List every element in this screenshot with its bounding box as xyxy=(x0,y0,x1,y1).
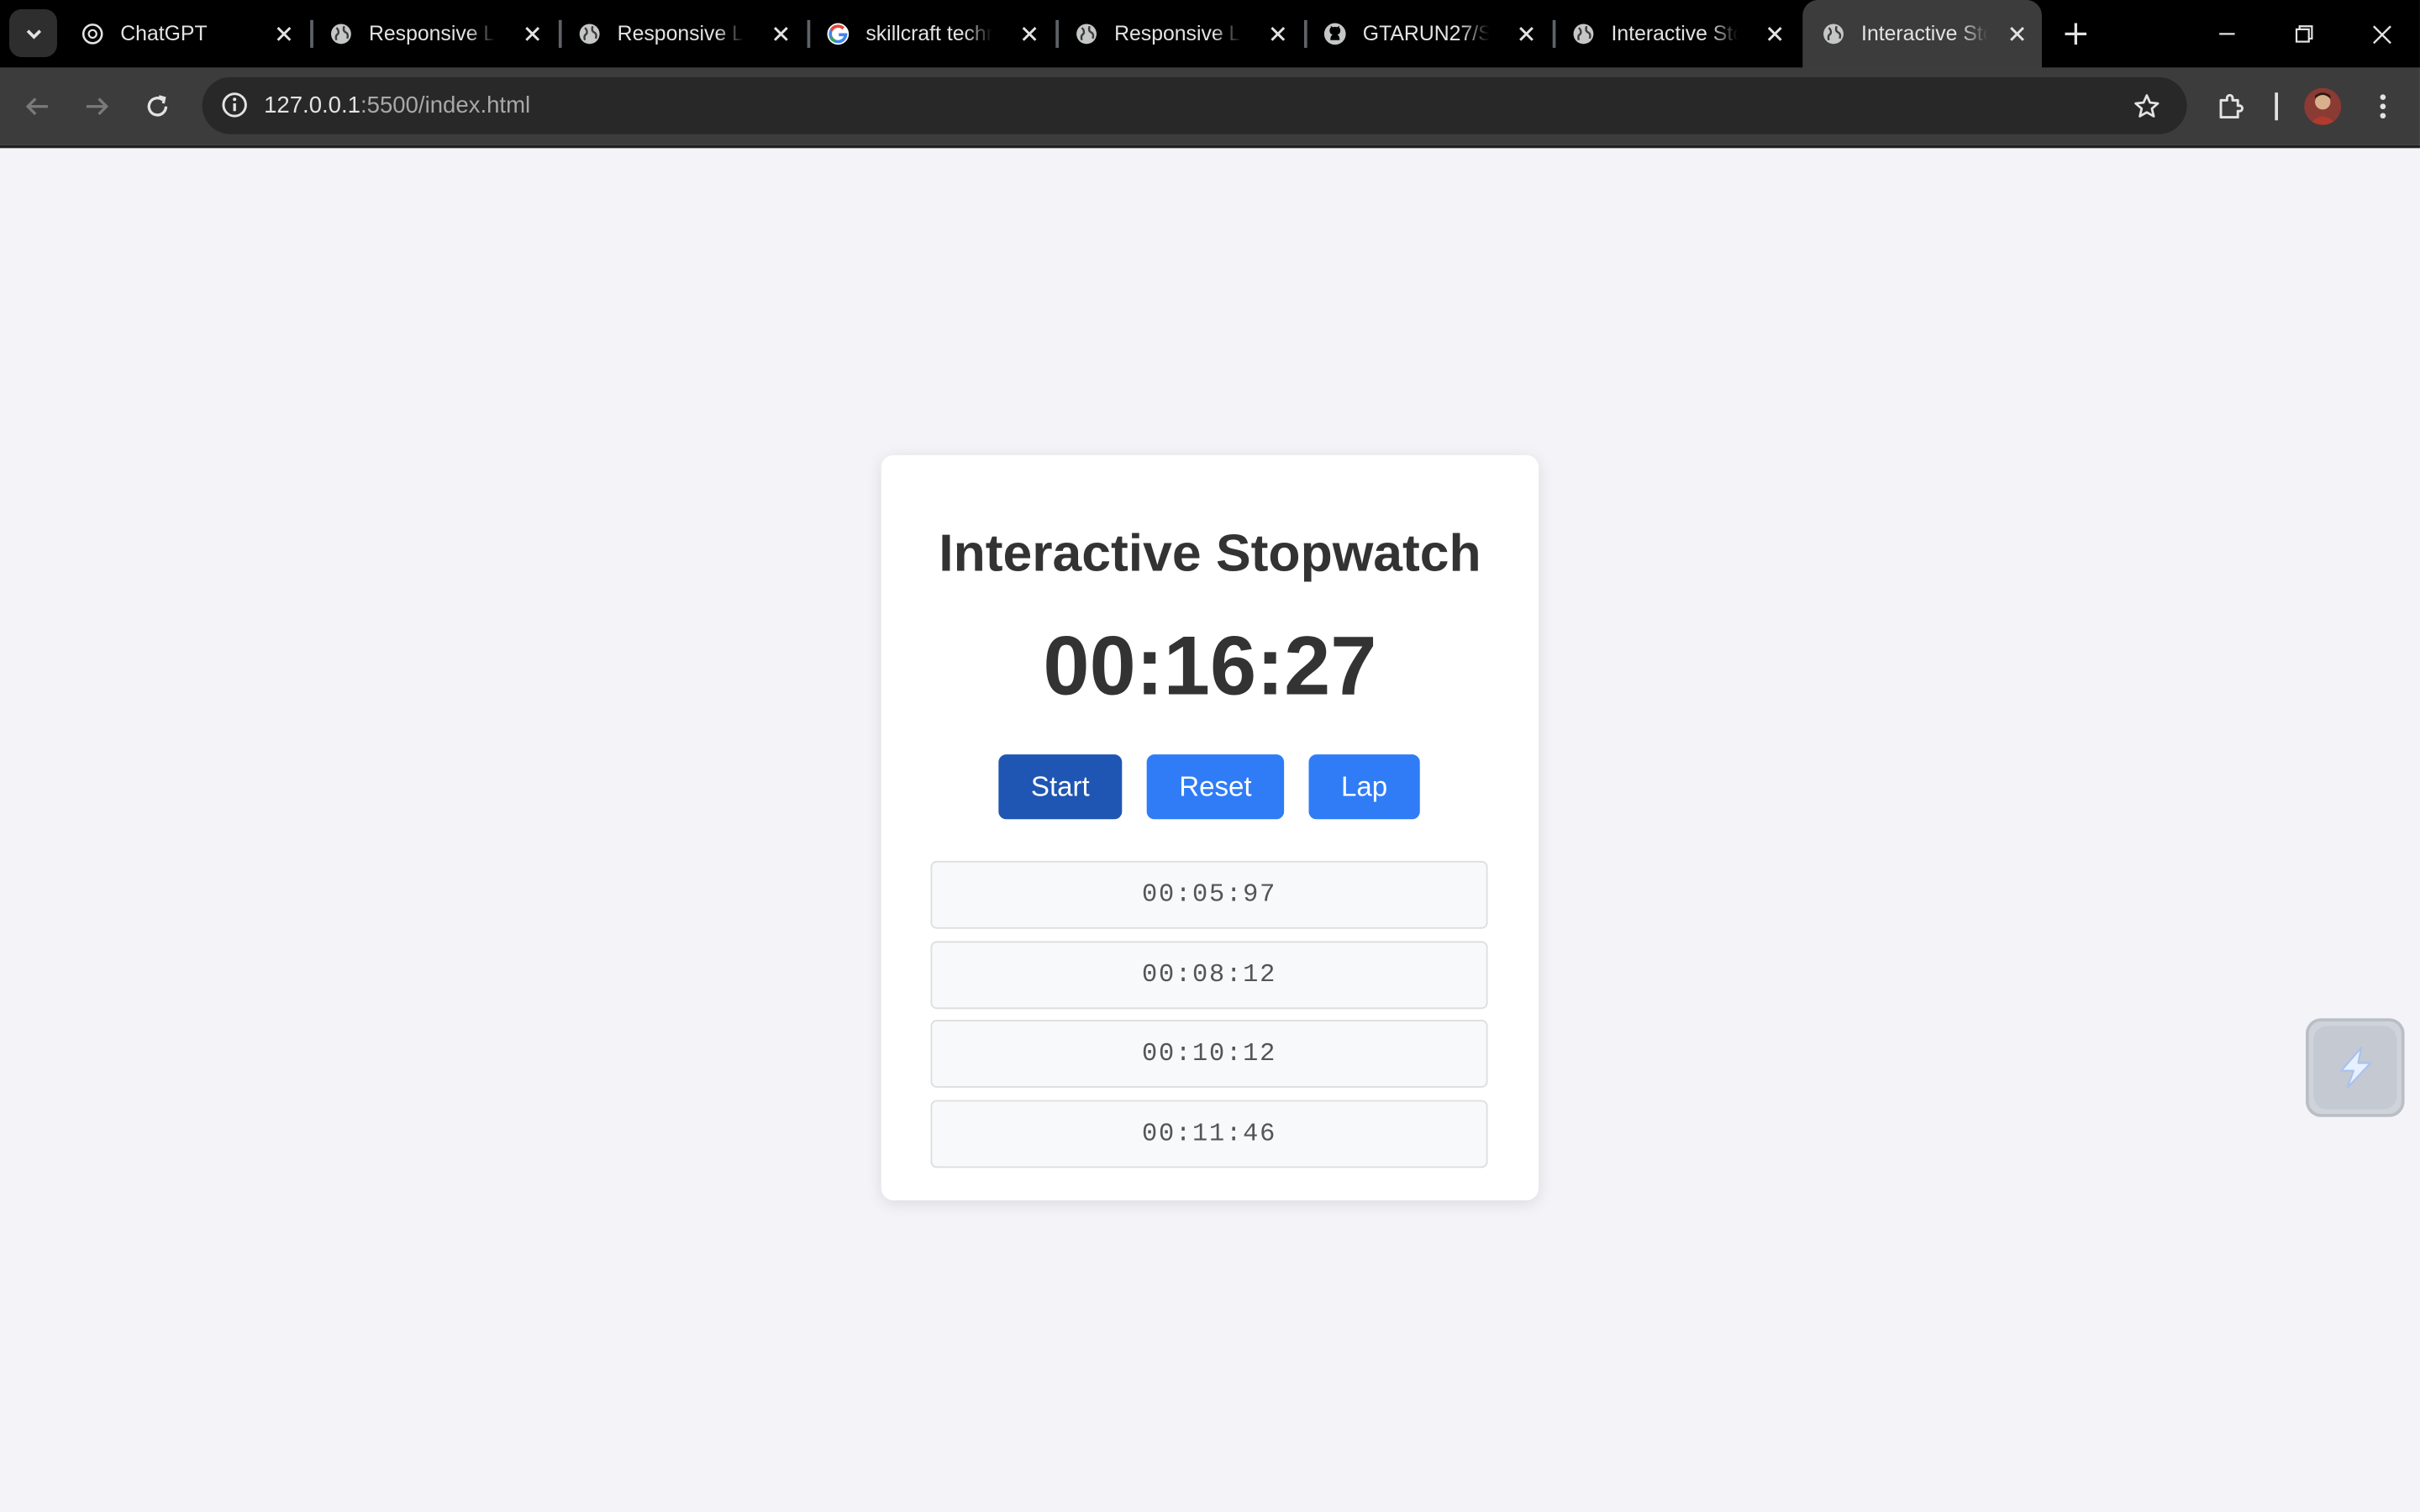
reload-icon xyxy=(147,95,168,117)
close-icon xyxy=(2372,24,2391,44)
close-icon[interactable] xyxy=(1014,18,1045,50)
close-icon[interactable] xyxy=(517,18,548,50)
tab-title: GTARUN27/SCT xyxy=(1362,21,1490,45)
lightning-icon xyxy=(2340,1047,2372,1089)
new-tab-button[interactable] xyxy=(2057,15,2094,52)
time-display: 00:16:27 xyxy=(1043,620,1377,713)
google-icon xyxy=(827,23,850,45)
tab-title: Interactive Stopwatch xyxy=(1861,21,1988,45)
minimize-icon xyxy=(2219,33,2235,35)
reload-button[interactable] xyxy=(137,87,177,127)
tab-interactive-stopwatch-2[interactable]: Interactive Stopwatch xyxy=(1802,0,2042,68)
chevron-down-icon xyxy=(25,29,41,39)
tab-skillcraft-search[interactable]: skillcraft technology xyxy=(808,0,1055,68)
lap-item: 00:11:46 xyxy=(930,1099,1488,1168)
github-icon xyxy=(1323,23,1346,45)
address-bar[interactable]: 127.0.0.1:5500/index.html xyxy=(202,76,2187,134)
tab-interactive-stopwatch-1[interactable]: Interactive Stopwatch xyxy=(1553,0,1800,68)
extensions-button[interactable] xyxy=(2212,87,2252,127)
arrow-left-icon xyxy=(25,97,48,116)
start-button[interactable]: Start xyxy=(998,754,1123,820)
info-icon xyxy=(222,92,247,118)
more-vertical-icon xyxy=(2380,94,2386,119)
star-icon xyxy=(2134,94,2160,118)
tab-title: Interactive Stopwatch xyxy=(1611,21,1739,45)
tab-github-repo[interactable]: GTARUN27/SCT xyxy=(1304,0,1551,68)
tab-responsive-landing-1[interactable]: Responsive Landing xyxy=(310,0,557,68)
globe-icon xyxy=(330,24,351,45)
globe-icon xyxy=(1823,24,1844,45)
url-host: 127.0.0.1 xyxy=(264,92,360,119)
back-button[interactable] xyxy=(17,87,57,127)
tab-title: Responsive Landing xyxy=(368,21,496,45)
browser-menu-button[interactable] xyxy=(2363,87,2403,127)
url-path: :5500/index.html xyxy=(360,92,531,119)
restore-button[interactable] xyxy=(2278,9,2330,59)
page-title: Interactive Stopwatch xyxy=(939,524,1481,584)
arrow-right-icon xyxy=(86,97,109,116)
tab-search-button[interactable] xyxy=(9,9,57,57)
minimize-button[interactable] xyxy=(2201,9,2253,59)
tab-title: skillcraft technology xyxy=(865,21,992,45)
tab-title: Responsive Landing xyxy=(1114,21,1241,45)
close-icon[interactable] xyxy=(765,18,797,50)
lap-item: 00:10:12 xyxy=(930,1020,1488,1088)
forward-button[interactable] xyxy=(77,87,118,127)
floating-extension-button[interactable] xyxy=(2306,1018,2405,1117)
close-icon[interactable] xyxy=(1262,18,1293,50)
tab-strip: ChatGPT Responsive Landing Responsive La… xyxy=(0,0,2420,68)
avatar-icon xyxy=(2304,87,2342,125)
chatgpt-icon xyxy=(82,24,103,45)
lap-item: 00:05:97 xyxy=(930,860,1488,929)
url-text[interactable]: 127.0.0.1:5500/index.html xyxy=(264,92,530,118)
stopwatch-card: Interactive Stopwatch 00:16:27 Start Res… xyxy=(881,454,1539,1200)
lap-list: 00:05:97 00:08:12 00:10:12 00:11:46 xyxy=(930,860,1488,1179)
close-icon[interactable] xyxy=(269,18,300,50)
globe-icon xyxy=(1076,24,1097,45)
restore-icon xyxy=(2295,25,2313,43)
lap-button[interactable]: Lap xyxy=(1308,754,1420,820)
tab-title: ChatGPT xyxy=(120,21,208,45)
browser-toolbar: 127.0.0.1:5500/index.html xyxy=(0,67,2420,145)
lap-item: 00:08:12 xyxy=(930,940,1488,1009)
tab-chatgpt[interactable]: ChatGPT xyxy=(61,0,308,68)
site-info-button[interactable] xyxy=(214,85,255,125)
globe-icon xyxy=(1573,24,1594,45)
close-icon[interactable] xyxy=(1511,18,1542,50)
tab-responsive-landing-2[interactable]: Responsive Landing xyxy=(559,0,806,68)
puzzle-icon xyxy=(2219,93,2244,119)
close-icon[interactable] xyxy=(1760,18,1791,50)
reset-button[interactable]: Reset xyxy=(1146,754,1285,820)
tab-responsive-landing-3[interactable]: Responsive Landing xyxy=(1055,0,1302,68)
toolbar-divider xyxy=(2275,92,2278,121)
close-icon[interactable] xyxy=(2002,18,2033,50)
close-window-button[interactable] xyxy=(2355,9,2407,59)
profile-avatar[interactable] xyxy=(2304,87,2342,125)
tab-title: Responsive Landing xyxy=(617,21,744,45)
plus-icon xyxy=(2065,23,2087,45)
globe-icon xyxy=(579,24,600,45)
bookmark-button[interactable] xyxy=(2130,90,2164,123)
